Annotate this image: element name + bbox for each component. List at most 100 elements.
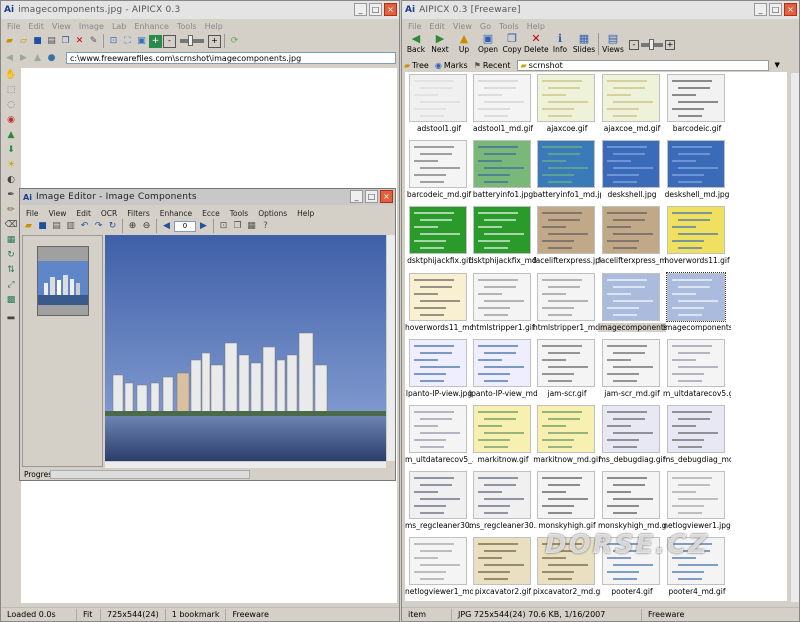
views-button[interactable]: ▤ Views (601, 33, 625, 57)
editor-redo-icon[interactable]: ↷ (92, 220, 105, 233)
thumbnail-item[interactable]: m_ultdatarecov5_... (405, 405, 473, 464)
thumbnail-item[interactable]: pixcavator2.gif (471, 537, 535, 596)
thumbnail-item[interactable]: hoverwords11_md... (405, 272, 473, 332)
thumbnail-item[interactable]: facelifterxpress.jpg (533, 206, 601, 265)
right-close-button[interactable]: × (784, 3, 797, 16)
delete-icon[interactable]: ✕ (73, 35, 86, 48)
editor-titlebar[interactable]: Ai Image Editor - Image Components _ □ × (20, 189, 395, 205)
thumbnail-item[interactable]: dsktphijackfix_md.gif (469, 206, 537, 265)
thumbnail-item[interactable]: adstool1.gif (407, 74, 471, 133)
thumbnail-item[interactable]: jam-scr.gif (535, 338, 599, 398)
thumbnail-item[interactable]: dsktphijackfix.gif (407, 206, 471, 265)
arrow-down-tool-icon[interactable]: ⬇ (5, 144, 17, 156)
rotate-tool-icon[interactable]: ↻ (5, 249, 17, 261)
thumbnail-item[interactable]: barcodeic.gif (665, 74, 729, 133)
editor-undo-icon[interactable]: ↶ (78, 220, 91, 233)
refresh-icon[interactable]: ⟳ (228, 35, 241, 48)
editor-next-icon[interactable]: ▶ (197, 220, 210, 233)
actual-size-icon[interactable]: ▣ (135, 35, 148, 48)
info-button[interactable]: ℹ Info (548, 33, 572, 57)
menu-view[interactable]: View (52, 22, 71, 31)
menu-enhance[interactable]: Enhance (134, 22, 169, 31)
open-folder-icon[interactable]: ▰ (3, 35, 16, 48)
editor-menu-ecce[interactable]: Ecce (202, 209, 220, 218)
editor-menu-help[interactable]: Help (297, 209, 314, 218)
up-arrow-icon[interactable]: ▲ (31, 52, 44, 65)
thumbnail-item[interactable]: ms_regcleaner30.gif (405, 471, 473, 530)
thumbnail-item[interactable]: m_ultdatarecov5.gif (663, 338, 731, 398)
folder-dropdown-icon[interactable]: ▼ (775, 61, 780, 69)
gradient-tool-icon[interactable]: ◐ (5, 174, 17, 186)
select-tool-icon[interactable]: ⬚ (5, 84, 17, 96)
zoom-in-icon[interactable]: + (149, 34, 162, 48)
editor-zoom-out-icon[interactable]: ⊖ (140, 220, 153, 233)
right-menu-go[interactable]: Go (480, 22, 491, 31)
thumb-size-plus-icon[interactable]: + (665, 40, 675, 50)
copy-button[interactable]: ❐ Copy (500, 33, 524, 57)
editor-horizontal-scrollbar[interactable] (105, 461, 386, 468)
open-button[interactable]: ▣ Open (476, 33, 500, 57)
editor-fit-icon[interactable]: ⊡ (217, 220, 230, 233)
thumbnail-item[interactable]: monskyhigh_md.gif (598, 471, 666, 530)
brush-tool-icon[interactable]: ✏ (5, 204, 17, 216)
right-menu-help[interactable]: Help (527, 22, 545, 31)
thumbnail-item[interactable]: markitnow.gif (471, 405, 535, 464)
tree-tab[interactable]: ▰ Tree (404, 61, 429, 70)
flip-tool-icon[interactable]: ⇅ (5, 264, 17, 276)
editor-print-icon[interactable]: ▤ (50, 220, 63, 233)
histogram-tool-icon[interactable]: ▂ (5, 309, 17, 321)
thumbnail-item[interactable]: monskyhigh.gif (535, 471, 599, 530)
editor-thumbnail[interactable] (37, 246, 89, 316)
editor-menu-enhance[interactable]: Enhance (160, 209, 192, 218)
thumbnail-vertical-scrollbar[interactable] (790, 73, 799, 602)
thumbnail-item[interactable]: netlogviewer1_md... (405, 537, 473, 596)
right-menu-file[interactable]: File (408, 22, 421, 31)
thumbnail-item[interactable]: ms_debugdiag_md... (663, 405, 731, 464)
editor-zoom-field[interactable]: 0 (174, 220, 196, 232)
thumbnail-item[interactable]: ms_debugdiag.gif (599, 405, 665, 464)
grid-tool-icon[interactable]: ▩ (5, 294, 17, 306)
thumbnail-item[interactable]: facelifterxpress_m... (598, 206, 666, 265)
menu-file[interactable]: File (7, 22, 20, 31)
right-maximize-button[interactable]: □ (769, 3, 782, 16)
edit-icon[interactable]: ✎ (87, 35, 100, 48)
thumbnail-item[interactable]: netlogviewer1.jpg (663, 471, 731, 530)
right-menu-edit[interactable]: Edit (429, 22, 445, 31)
thumb-size-slider[interactable] (641, 39, 663, 50)
thumbnail-item[interactable]: deskshell.jpg (600, 140, 664, 199)
marks-tab[interactable]: ◉ Marks (435, 61, 468, 70)
thumbnail-item[interactable]: jam-scr_md.gif (600, 338, 664, 398)
thumbnail-item[interactable]: imagecomponents... (598, 272, 666, 332)
editor-menu-ocr[interactable]: OCR (101, 209, 117, 218)
copy-icon[interactable]: ❐ (59, 35, 72, 48)
slides-button[interactable]: ▦ Slides (572, 33, 596, 57)
right-titlebar[interactable]: Ai AIPICX 0.3 [Freeware] _ □ × (402, 1, 799, 19)
thumbnail-item[interactable]: ms_regcleaner30... (469, 471, 537, 530)
thumbnail-item[interactable]: lpanto-IP-view.jpg (406, 338, 472, 398)
back-arrow-icon[interactable]: ◀ (3, 52, 16, 65)
editor-menu-filters[interactable]: Filters (127, 209, 149, 218)
recent-tab[interactable]: ⚑ Recent (474, 61, 511, 70)
thumbnail-item[interactable]: batteryinfo1.jpg (471, 140, 535, 199)
thumbnail-item[interactable]: lpanto-IP-view_md... (469, 338, 537, 398)
landscape-tool-icon[interactable]: ▲ (5, 129, 17, 141)
editor-rotate-icon[interactable]: ↻ (106, 220, 119, 233)
editor-vertical-scrollbar[interactable] (386, 235, 395, 461)
sun-tool-icon[interactable]: ☀ (5, 159, 17, 171)
zoom-slider[interactable] (180, 35, 204, 46)
menu-image[interactable]: Image (79, 22, 104, 31)
editor-prev-icon[interactable]: ◀ (160, 220, 173, 233)
menu-tools[interactable]: Tools (177, 22, 197, 31)
left-titlebar[interactable]: Ai imagecomponents.jpg - AIPICX 0.3 _ □ … (1, 1, 399, 19)
resize-tool-icon[interactable]: ⤢ (5, 279, 17, 291)
zoom-plus-icon[interactable]: + (208, 34, 221, 48)
back-button[interactable]: ◀ Back (404, 33, 428, 57)
editor-menu-file[interactable]: File (26, 209, 39, 218)
editor-minimize-button[interactable]: _ (350, 190, 363, 203)
thumbnail-item[interactable]: adstool1_md.gif (471, 74, 535, 133)
thumbnail-item[interactable]: deskshell_md.jpg (665, 140, 729, 199)
close-button[interactable]: × (384, 3, 397, 16)
editor-save-icon[interactable]: ■ (36, 220, 49, 233)
lasso-tool-icon[interactable]: ◌ (5, 99, 17, 111)
right-minimize-button[interactable]: _ (754, 3, 767, 16)
